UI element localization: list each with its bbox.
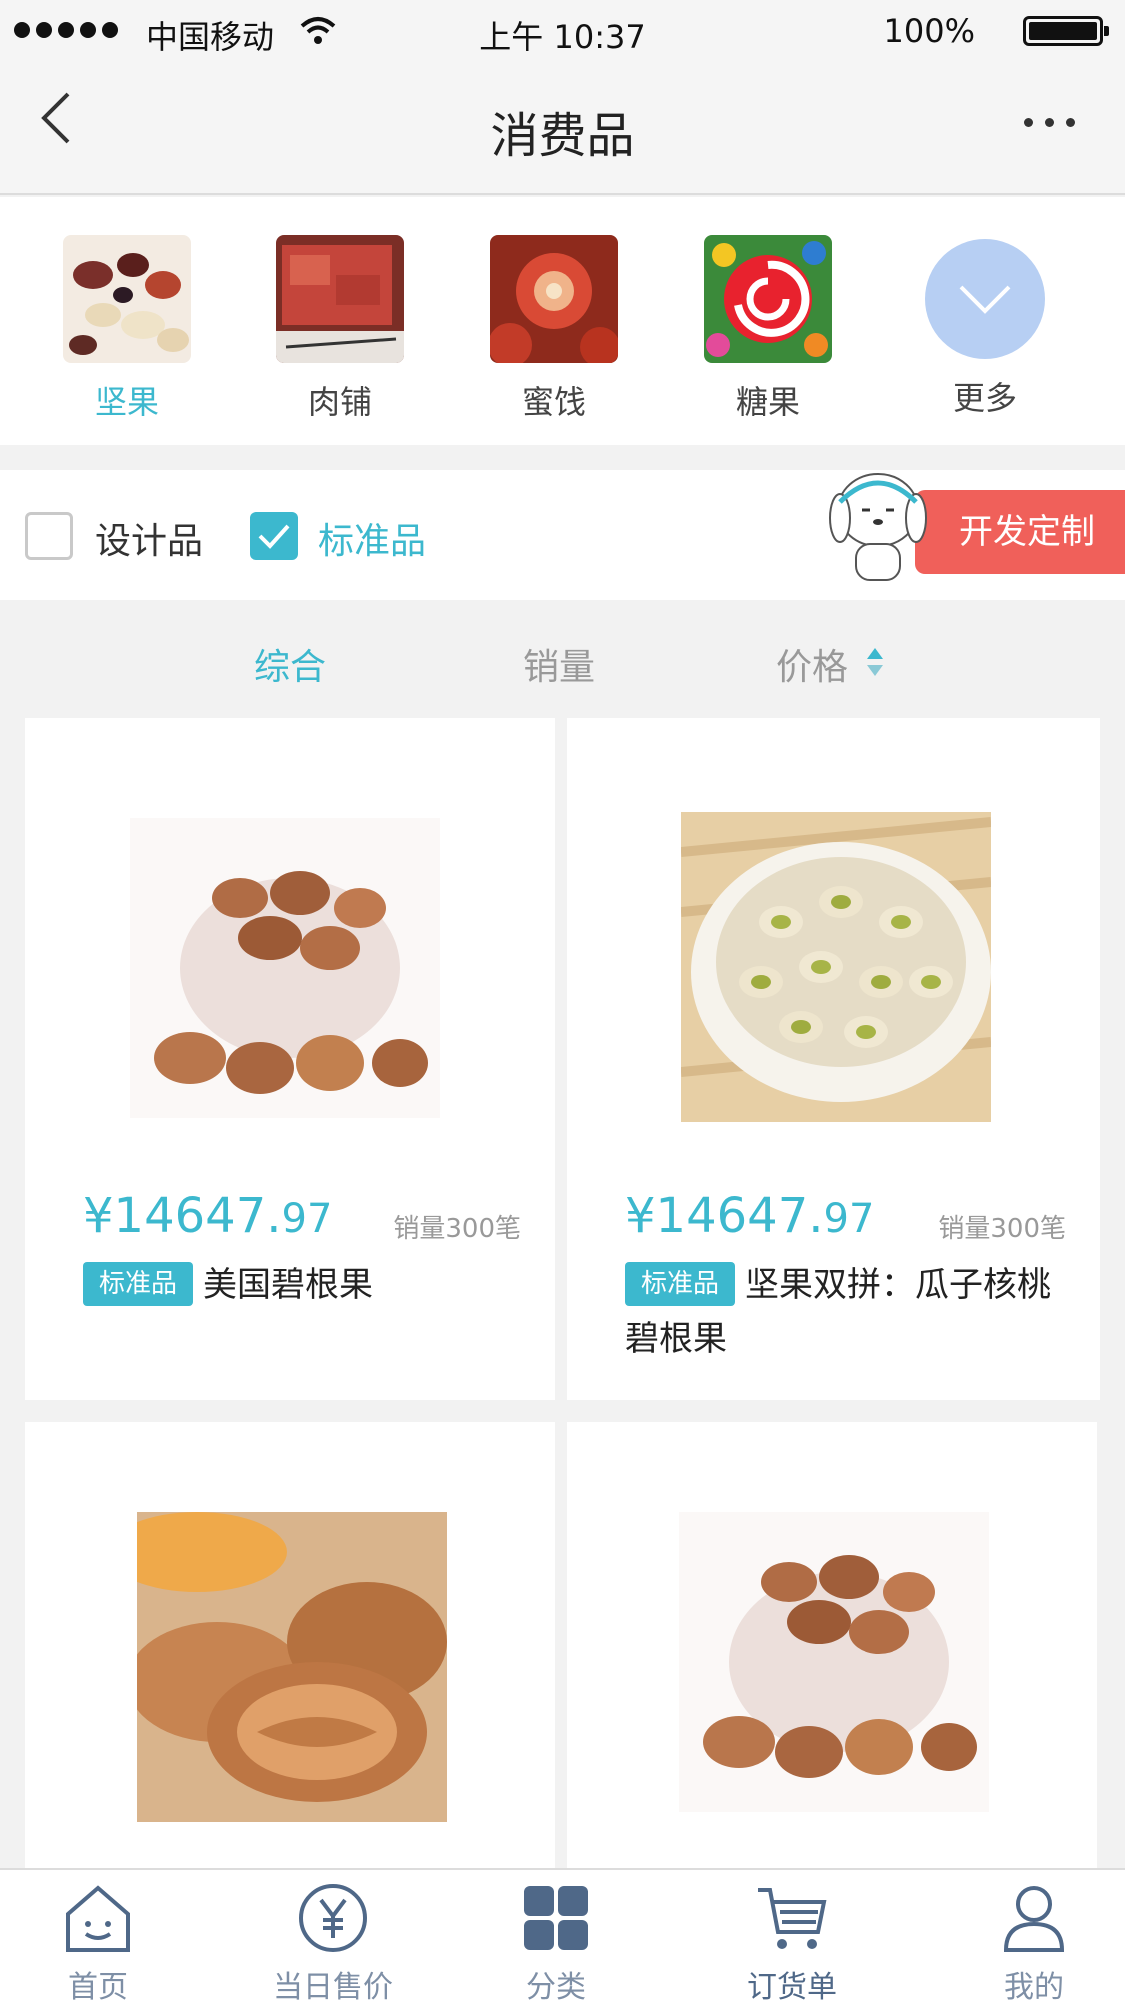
page-title: 消费品 — [490, 108, 635, 164]
product-name: 美国碧根果 — [203, 1265, 374, 1305]
pecan-image — [679, 1512, 989, 1812]
tab-label: 订货单 — [747, 1970, 837, 2004]
category-strip: 坚果 肉铺 蜜饯 糖果 更多 — [0, 197, 1125, 445]
standard-label[interactable]: 标准品 — [318, 512, 426, 564]
product-sales: 销量300笔 — [938, 1214, 1066, 1244]
battery-icon — [1023, 16, 1109, 46]
more-dots-icon[interactable] — [1024, 118, 1075, 127]
tab-daily-price[interactable]: 当日售价 — [243, 1878, 423, 2004]
category-candy[interactable]: 糖果 — [678, 235, 858, 423]
product-card[interactable]: ¥14647.97 销量300笔 标准品 坚果双拼：瓜子核桃碧根果 — [567, 718, 1100, 1400]
product-sales: 销量300笔 — [393, 1214, 521, 1244]
product-title: 标准品 美国碧根果 — [83, 1258, 523, 1312]
tab-category[interactable]: 分类 — [466, 1878, 646, 2004]
nuts-thumbnail — [63, 235, 191, 363]
custom-development-button[interactable]: 开发定制 — [915, 490, 1125, 574]
user-icon — [1003, 1886, 1065, 1952]
dog-mascot-icon — [829, 473, 927, 581]
sort-price[interactable]: 价格 — [776, 638, 848, 690]
jerky-thumbnail — [276, 235, 404, 363]
design-checkbox[interactable] — [25, 512, 73, 560]
filter-row: 设计品 标准品 开发定制 — [0, 470, 1125, 600]
design-label[interactable]: 设计品 — [95, 512, 203, 564]
category-label: 蜜饯 — [521, 383, 586, 421]
status-bar: 中国移动 上午 10:37 100% — [0, 0, 1125, 60]
category-label: 更多 — [952, 379, 1017, 417]
cart-icon — [758, 1888, 827, 1949]
tab-home[interactable]: 首页 — [8, 1878, 188, 2004]
standard-badge: 标准品 — [83, 1262, 194, 1306]
tab-bar: 首页 当日售价 分类 订货单 我的 — [0, 1868, 1125, 2004]
category-label: 坚果 — [94, 383, 159, 421]
chevron-down-icon — [925, 239, 1045, 359]
preserved-fruit-thumbnail — [490, 235, 618, 363]
pistachio-image — [681, 812, 991, 1122]
candy-thumbnail — [704, 235, 832, 363]
category-label: 肉铺 — [307, 383, 372, 421]
tab-label: 当日售价 — [273, 1970, 393, 2004]
category-label: 糖果 — [735, 383, 800, 421]
tab-orders[interactable]: 订货单 — [702, 1878, 882, 2004]
category-preserved-fruit[interactable]: 蜜饯 — [464, 235, 644, 423]
tab-profile[interactable]: 我的 — [944, 1878, 1124, 2004]
product-title: 标准品 坚果双拼：瓜子核桃碧根果 — [625, 1258, 1065, 1366]
tab-label: 分类 — [526, 1970, 586, 2004]
pecan-shell-image — [137, 1512, 447, 1822]
check-icon — [258, 524, 290, 549]
product-price: ¥14647.97 — [625, 1188, 875, 1244]
sort-row: 综合 销量 价格 — [0, 602, 1125, 714]
tab-label: 我的 — [1004, 1970, 1064, 2004]
category-more[interactable]: 更多 — [895, 235, 1075, 419]
sort-overall[interactable]: 综合 — [254, 638, 326, 690]
product-card[interactable] — [25, 1422, 555, 1868]
nav-bar: 消费品 — [0, 60, 1125, 195]
category-grid-icon — [524, 1886, 588, 1950]
home-icon — [66, 1885, 130, 1952]
sort-sales[interactable]: 销量 — [523, 638, 595, 690]
category-jerky[interactable]: 肉铺 — [250, 235, 430, 423]
standard-checkbox[interactable] — [250, 512, 298, 560]
product-card[interactable] — [567, 1422, 1097, 1868]
tab-label: 首页 — [68, 1970, 128, 2004]
pecan-image — [130, 818, 440, 1118]
battery-percent: 100% — [883, 12, 975, 50]
standard-badge: 标准品 — [625, 1262, 736, 1306]
sort-arrows-icon — [867, 648, 883, 676]
product-price: ¥14647.97 — [83, 1188, 333, 1244]
product-card[interactable]: ¥14647.97 销量300笔 标准品 美国碧根果 — [25, 718, 555, 1400]
yen-icon — [299, 1884, 367, 1952]
category-nuts[interactable]: 坚果 — [37, 235, 217, 423]
